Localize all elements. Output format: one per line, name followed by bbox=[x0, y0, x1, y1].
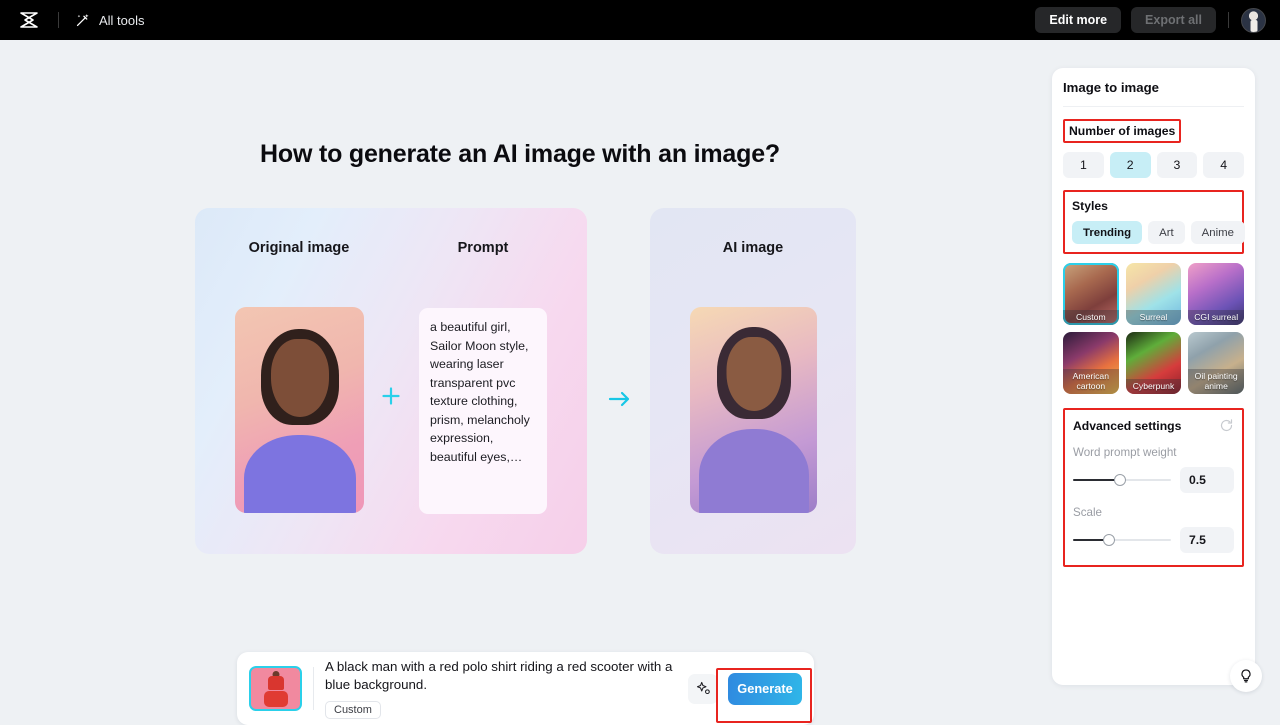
style-tile-surreal[interactable]: Surreal bbox=[1125, 263, 1182, 325]
number-option-2[interactable]: 2 bbox=[1109, 152, 1151, 178]
style-tile-label: Surreal bbox=[1125, 310, 1182, 325]
sparkle-magic-icon[interactable] bbox=[688, 673, 718, 704]
prompt-line-1: A black man with a red polo shirt riding… bbox=[325, 659, 673, 674]
panel-title: Image to image bbox=[1063, 80, 1160, 95]
style-tile-cgi-surreal[interactable]: CGI surreal bbox=[1188, 263, 1244, 325]
portrait-face bbox=[270, 339, 329, 417]
top-divider-2 bbox=[1228, 12, 1229, 28]
panel-separator bbox=[1063, 106, 1244, 107]
number-option-3[interactable]: 3 bbox=[1156, 152, 1198, 178]
style-tile-cyberpunk[interactable]: Cyberpunk bbox=[1125, 332, 1182, 394]
style-tile-american-cartoon[interactable]: American cartoon bbox=[1063, 332, 1119, 394]
style-tile-custom[interactable]: Custom bbox=[1063, 263, 1119, 325]
style-tile-label: Cyberpunk bbox=[1125, 379, 1182, 394]
magic-wand-icon bbox=[73, 11, 91, 29]
prompt-bar-divider bbox=[313, 667, 314, 710]
uploaded-image-thumbnail[interactable] bbox=[249, 666, 302, 711]
prompt-bar: A black man with a red polo shirt riding… bbox=[237, 652, 814, 725]
generate-button-wrap: Generate bbox=[728, 672, 802, 705]
styles-tabs: Trending Art Anime bbox=[1072, 221, 1245, 244]
arrow-right-icon bbox=[608, 390, 632, 408]
page-title: How to generate an AI image with an imag… bbox=[260, 140, 780, 168]
lightbulb-icon[interactable] bbox=[1230, 660, 1262, 692]
prompt-heading: Prompt bbox=[457, 240, 509, 256]
advanced-settings-header: Advanced settings bbox=[1073, 418, 1234, 433]
style-tile-oil-painting-anime[interactable]: Oil painting anime bbox=[1188, 332, 1244, 394]
prompt-text-block[interactable]: A black man with a red polo shirt riding… bbox=[325, 658, 688, 719]
slider-knob[interactable] bbox=[1114, 474, 1127, 486]
avatar[interactable] bbox=[1241, 7, 1266, 33]
edit-more-button[interactable]: Edit more bbox=[1035, 7, 1122, 33]
scale-label: Scale bbox=[1073, 506, 1103, 519]
all-tools-button[interactable]: All tools bbox=[73, 11, 145, 29]
original-image-photo bbox=[235, 307, 364, 513]
tab-anime[interactable]: Anime bbox=[1190, 221, 1245, 244]
style-tiles-grid: Custom Surreal CGI surreal American cart… bbox=[1063, 263, 1244, 394]
ai-image-heading: AI image bbox=[722, 240, 784, 256]
highlight-advanced-settings: Advanced settings Word prompt weight 0.5… bbox=[1063, 408, 1244, 567]
top-divider bbox=[58, 12, 59, 28]
number-of-images-label: Number of images bbox=[1069, 124, 1176, 138]
number-option-4[interactable]: 4 bbox=[1203, 152, 1244, 178]
sample-prompt-text: a beautiful girl, Sailor Moon style, wea… bbox=[419, 308, 547, 514]
ai-portrait-body bbox=[698, 429, 809, 513]
scale-value[interactable]: 7.5 bbox=[1180, 527, 1234, 553]
style-tag-custom[interactable]: Custom bbox=[325, 701, 381, 719]
word-prompt-weight-slider[interactable] bbox=[1073, 473, 1171, 487]
portrait-body bbox=[243, 435, 356, 513]
word-prompt-weight-row: 0.5 bbox=[1073, 467, 1234, 493]
slider-knob[interactable] bbox=[1103, 534, 1116, 546]
number-of-images-options: 1 2 3 4 bbox=[1063, 152, 1244, 178]
word-prompt-weight-value[interactable]: 0.5 bbox=[1180, 467, 1234, 493]
style-tile-label: American cartoon bbox=[1063, 369, 1119, 394]
tab-art[interactable]: Art bbox=[1148, 221, 1185, 244]
export-all-button[interactable]: Export all bbox=[1131, 7, 1216, 33]
reset-icon[interactable] bbox=[1219, 418, 1234, 433]
slider-fill bbox=[1073, 479, 1121, 481]
style-tile-label: Custom bbox=[1063, 310, 1119, 325]
scale-slider[interactable] bbox=[1073, 533, 1171, 547]
number-option-1[interactable]: 1 bbox=[1063, 152, 1104, 178]
prompt-line-2: blue background. bbox=[325, 677, 428, 692]
styles-label: Styles bbox=[1072, 199, 1108, 213]
thumb-scooter bbox=[263, 691, 288, 707]
main-canvas: How to generate an AI image with an imag… bbox=[0, 40, 1040, 725]
ai-portrait-face bbox=[726, 337, 781, 411]
ai-image-photo bbox=[690, 307, 817, 513]
style-tile-label: Oil painting anime bbox=[1188, 369, 1244, 394]
top-bar: All tools Edit more Export all bbox=[0, 0, 1280, 40]
tab-trending[interactable]: Trending bbox=[1072, 221, 1143, 244]
plus-icon bbox=[381, 386, 401, 406]
highlight-styles-section: Styles Trending Art Anime bbox=[1063, 190, 1245, 254]
capcut-logo-icon[interactable] bbox=[16, 7, 42, 33]
original-image-heading: Original image bbox=[248, 240, 350, 256]
scale-row: 7.5 bbox=[1073, 527, 1234, 553]
word-prompt-weight-label: Word prompt weight bbox=[1073, 446, 1177, 459]
all-tools-label: All tools bbox=[99, 12, 145, 28]
right-settings-panel: Image to image Number of images 1 2 3 4 … bbox=[1052, 68, 1255, 685]
highlight-number-of-images: Number of images bbox=[1063, 119, 1182, 143]
generate-button[interactable]: Generate bbox=[728, 672, 802, 705]
style-tile-label: CGI surreal bbox=[1188, 310, 1244, 325]
thumb-rider bbox=[267, 676, 284, 690]
advanced-settings-label: Advanced settings bbox=[1073, 418, 1182, 433]
top-bar-actions: Edit more Export all bbox=[1035, 7, 1266, 33]
